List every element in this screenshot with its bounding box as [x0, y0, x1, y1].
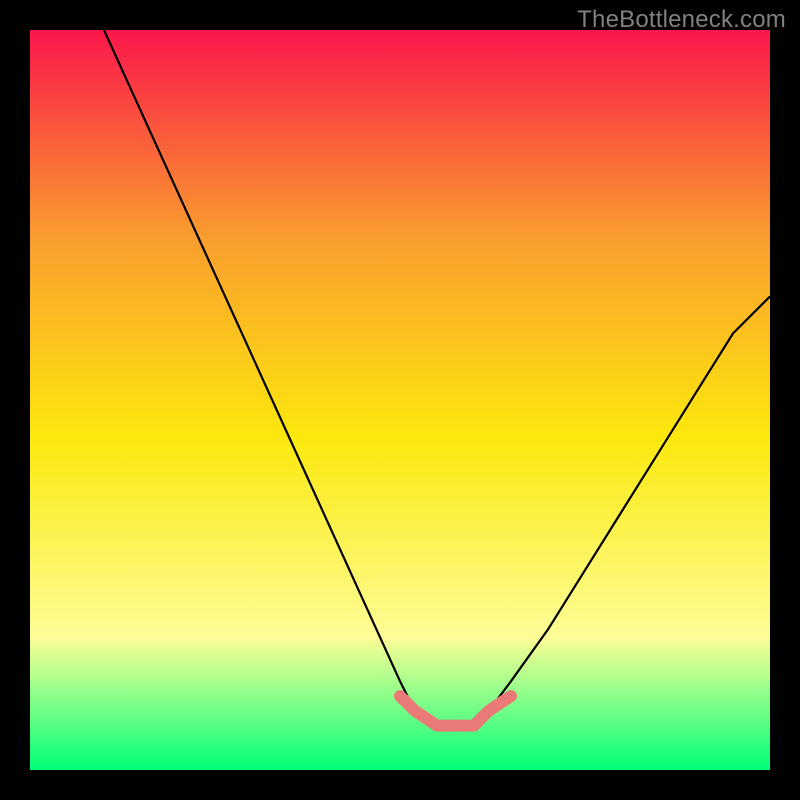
- chart-plot: [30, 30, 770, 770]
- chart-svg: [30, 30, 770, 770]
- chart-container: TheBottleneck.com: [0, 0, 800, 800]
- watermark-text: TheBottleneck.com: [577, 6, 786, 34]
- chart-background: [30, 30, 770, 770]
